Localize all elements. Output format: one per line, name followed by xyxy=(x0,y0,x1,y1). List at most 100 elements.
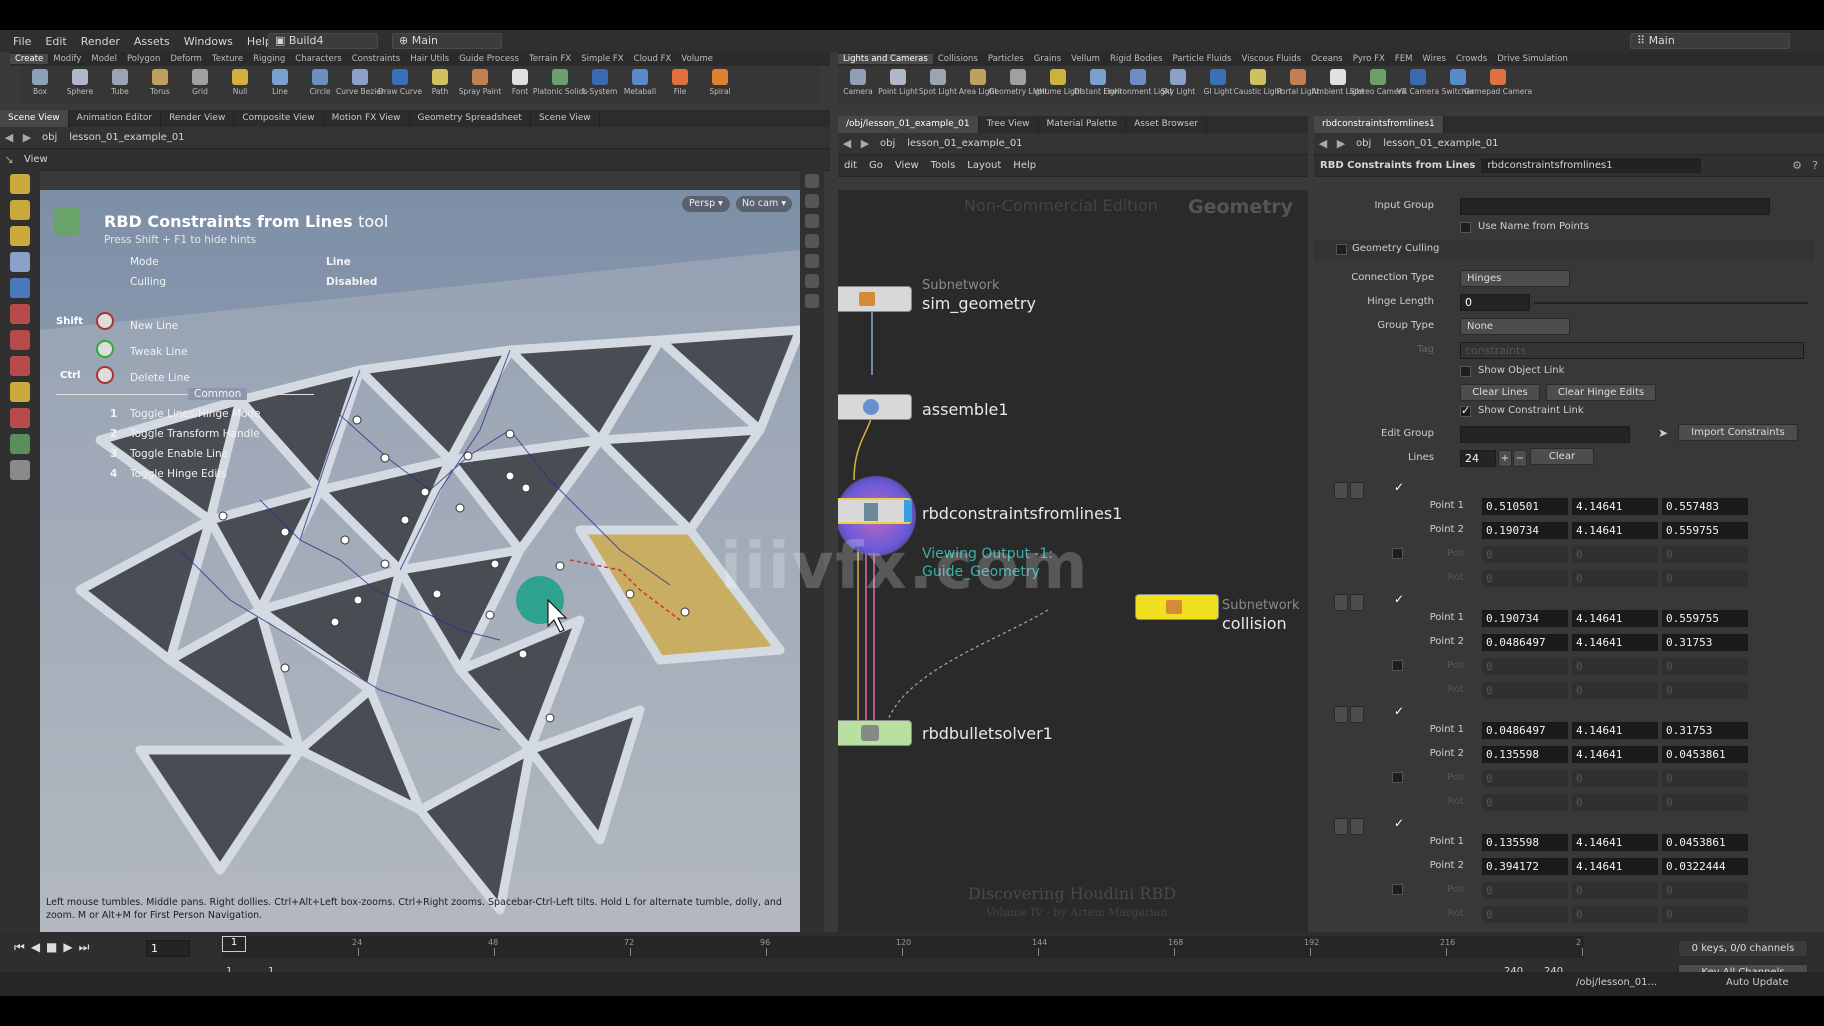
line-point-value[interactable]: 4.14641 xyxy=(1572,722,1658,739)
shelf-tab[interactable]: Grains xyxy=(1029,54,1066,64)
shelf-tool[interactable]: Torus xyxy=(140,66,180,104)
shelf-tab[interactable]: Create xyxy=(10,54,49,64)
shelf-tab[interactable]: Drive Simulation xyxy=(1492,54,1573,64)
shelf-tool[interactable]: L-System xyxy=(580,66,620,104)
pane-tab[interactable]: Material Palette xyxy=(1039,116,1127,133)
line-point-value[interactable]: 0.559755 xyxy=(1662,610,1748,627)
current-frame-field[interactable]: 1 xyxy=(146,940,190,957)
geometry-culling-checkbox[interactable] xyxy=(1336,244,1347,255)
shelf-tab[interactable]: Particles xyxy=(983,54,1029,64)
display-tool-icon[interactable] xyxy=(10,460,30,480)
shelf-tab[interactable]: Crowds xyxy=(1451,54,1492,64)
pane-tab[interactable]: Tree View xyxy=(979,116,1039,133)
line-insert-button[interactable] xyxy=(1350,818,1364,835)
hinge-length-field[interactable]: 0 xyxy=(1460,294,1530,311)
shelf-tool[interactable]: Spiral xyxy=(700,66,740,104)
params-node-name[interactable]: rbdconstraintsfromlines1 xyxy=(1481,158,1702,173)
edit-group-field[interactable] xyxy=(1460,426,1630,443)
line-transform-value[interactable]: 0 xyxy=(1662,658,1748,675)
line-point-value[interactable]: 0.0486497 xyxy=(1482,634,1568,651)
node-rbdbulletsolver1[interactable] xyxy=(838,720,912,746)
line-point-value[interactable]: 0.31753 xyxy=(1662,634,1748,651)
line-transform-value[interactable]: 0 xyxy=(1482,770,1568,787)
brush-tool-icon[interactable] xyxy=(10,382,30,402)
shelf-tool[interactable]: VR Camera xyxy=(1397,66,1439,104)
line-insert-button[interactable] xyxy=(1350,594,1364,611)
group-tool-icon[interactable] xyxy=(10,434,30,454)
desktop-selector[interactable]: ▣ Build4 xyxy=(268,33,378,49)
line-enable-check-icon[interactable]: ✓ xyxy=(1394,480,1404,494)
shelf-tool[interactable]: Metaball xyxy=(620,66,660,104)
shelf-tool[interactable]: Distant Light xyxy=(1074,66,1122,104)
shelf-tab[interactable]: Guide Process xyxy=(454,54,524,64)
network-menu-item[interactable]: Layout xyxy=(961,160,1007,171)
params-path-node[interactable]: lesson_01_example_01 xyxy=(1377,138,1504,149)
shelf-tab[interactable]: Simple FX xyxy=(576,54,628,64)
skip-start-icon[interactable]: ⏮ xyxy=(14,940,25,955)
line-transform-value[interactable]: 0 xyxy=(1482,570,1568,587)
pane-tab[interactable]: /obj/lesson_01_example_01 xyxy=(838,116,979,133)
camera-icon[interactable] xyxy=(805,214,819,228)
shelf-tool[interactable]: Gamepad Camera xyxy=(1464,66,1532,104)
shelf-tool[interactable]: Box xyxy=(20,66,60,104)
shelf-tab[interactable]: Modify xyxy=(48,54,86,64)
shelf-tool[interactable]: Null xyxy=(220,66,260,104)
shelf-tab[interactable]: Constraints xyxy=(347,54,406,64)
shelf-tool[interactable]: Platonic Solids xyxy=(533,66,587,104)
line-point-value[interactable]: 4.14641 xyxy=(1572,522,1658,539)
line-transform-value[interactable]: 0 xyxy=(1482,794,1568,811)
line-transform-value[interactable]: 0 xyxy=(1662,682,1748,699)
menu-render[interactable]: Render xyxy=(74,35,127,48)
pose-tool-icon[interactable] xyxy=(10,304,30,324)
line-point-value[interactable]: 0.0453861 xyxy=(1662,746,1748,763)
pane-tab[interactable]: Render View xyxy=(161,110,235,127)
params-back-icon[interactable]: ◀ xyxy=(1314,137,1332,150)
pointer-tool-icon[interactable] xyxy=(10,252,30,272)
shelf-tab[interactable]: Vellum xyxy=(1066,54,1105,64)
shelf-tab[interactable]: Model xyxy=(86,54,122,64)
line-enable-check-icon[interactable]: ✓ xyxy=(1394,816,1404,830)
shelf-tab[interactable]: Lights and Cameras xyxy=(838,54,933,64)
shelf-tool[interactable]: Environment Light xyxy=(1104,66,1173,104)
node-rbdconstraintsfromlines1[interactable] xyxy=(838,498,912,524)
menu-assets[interactable]: Assets xyxy=(127,35,177,48)
shelf-tool[interactable]: Ambient Light xyxy=(1312,66,1364,104)
shelf-tool[interactable]: Caustic Light xyxy=(1234,66,1282,104)
shelf-tab[interactable]: Rigging xyxy=(248,54,290,64)
line-point-value[interactable]: 0.0486497 xyxy=(1482,722,1568,739)
pane-tab[interactable]: Motion FX View xyxy=(324,110,410,127)
handle-tool-icon[interactable] xyxy=(10,278,30,298)
lines-remove-button[interactable]: − xyxy=(1513,450,1527,467)
line-point-value[interactable]: 4.14641 xyxy=(1572,498,1658,515)
step-back-icon[interactable]: ◀ xyxy=(31,940,40,955)
import-constraints-button[interactable]: Import Constraints xyxy=(1678,424,1798,441)
network-menu-item[interactable]: Tools xyxy=(925,160,962,171)
shelf-tab[interactable]: Polygon xyxy=(122,54,165,64)
shelf-tab[interactable]: Wires xyxy=(1417,54,1451,64)
shelf-tool[interactable]: Switcher xyxy=(1438,66,1478,104)
line-transform-value[interactable]: 0 xyxy=(1572,794,1658,811)
line-transform-value[interactable]: 0 xyxy=(1482,546,1568,563)
line-enable-check-icon[interactable]: ✓ xyxy=(1394,592,1404,606)
line-insert-button[interactable] xyxy=(1350,706,1364,723)
net-path-node[interactable]: lesson_01_example_01 xyxy=(901,138,1028,149)
pane-tab[interactable]: Animation Editor xyxy=(69,110,162,127)
shelf-tool[interactable]: Sky Light xyxy=(1158,66,1198,104)
line-insert-button[interactable] xyxy=(1350,482,1364,499)
shading-icon[interactable] xyxy=(805,274,819,288)
node-collision[interactable] xyxy=(1135,594,1219,620)
shelf-tool[interactable]: Point Light xyxy=(878,66,918,104)
tag-field[interactable]: constraints xyxy=(1460,342,1804,359)
line-point-value[interactable]: 4.14641 xyxy=(1572,746,1658,763)
shelf-tool[interactable]: Font xyxy=(500,66,540,104)
line-point-value[interactable]: 0.190734 xyxy=(1482,610,1568,627)
line-transform-value[interactable]: 0 xyxy=(1572,770,1658,787)
shelf-tool[interactable]: Volume Light xyxy=(1034,66,1083,104)
shelf-tool[interactable]: Portal Light xyxy=(1277,66,1319,104)
line-transform-value[interactable]: 0 xyxy=(1572,546,1658,563)
menu-file[interactable]: File xyxy=(6,35,38,48)
rotate-tool-icon[interactable] xyxy=(10,226,30,246)
light-icon[interactable] xyxy=(805,234,819,248)
path-root[interactable]: obj xyxy=(36,132,63,143)
group-type-menu[interactable]: None xyxy=(1460,318,1570,335)
